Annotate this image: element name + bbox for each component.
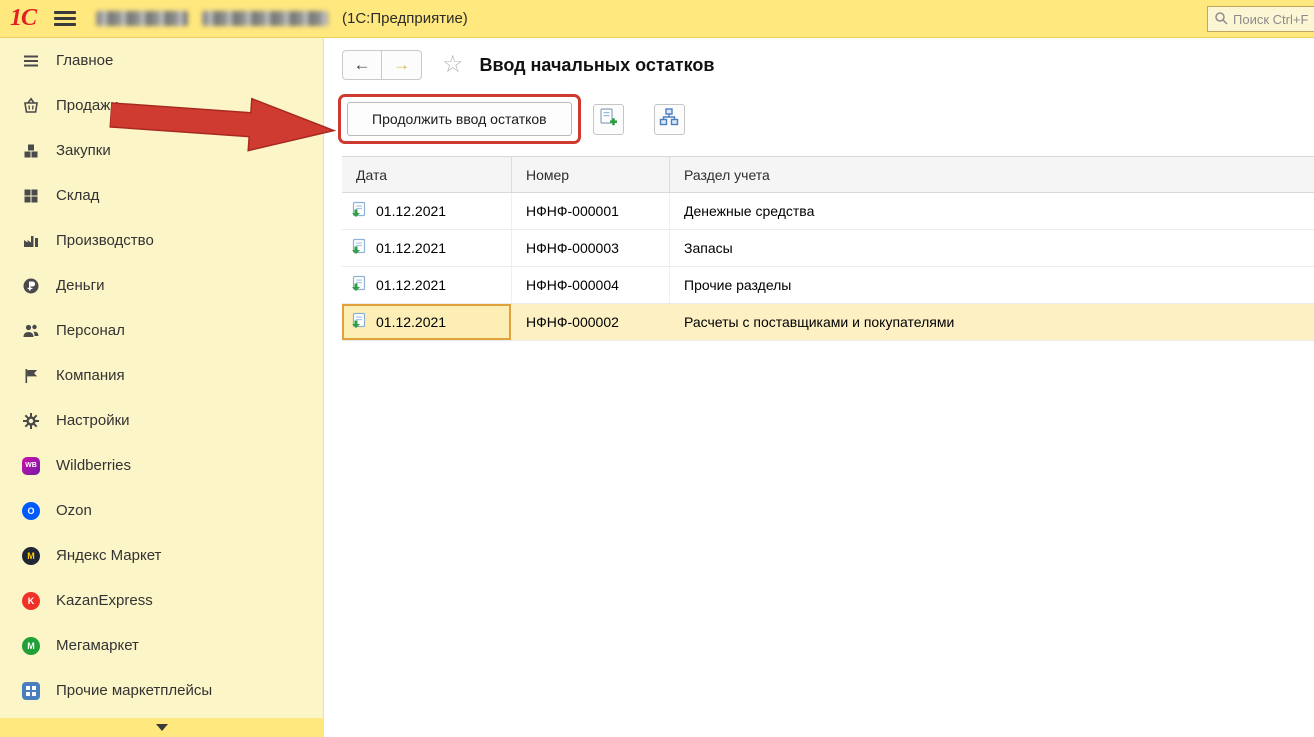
toolbar: Продолжить ввод остатков [338, 94, 1314, 144]
cell-number: НФНФ-000002 [512, 304, 670, 340]
sidebar-item-prodazhi[interactable]: Продажи [0, 83, 323, 128]
top-bar: 1С (1С:Предприятие) Поиск Ctrl+F [0, 0, 1314, 38]
sidebar-item-label: Яндекс Маркет [56, 547, 162, 564]
sidebar-item-yandex-market[interactable]: М Яндекс Маркет [0, 533, 323, 578]
cell-number: НФНФ-000004 [512, 267, 670, 303]
back-button[interactable]: ← [342, 50, 382, 80]
cell-number: НФНФ-000003 [512, 230, 670, 266]
sidebar-item-label: KazanExpress [56, 592, 153, 609]
sidebar-item-personal[interactable]: Персонал [0, 308, 323, 353]
app-title-suffix: (1С:Предприятие) [342, 10, 468, 27]
yandex-market-icon: М [22, 546, 40, 565]
sidebar-item-label: Настройки [56, 412, 130, 429]
table-header: Дата Номер Раздел учета [342, 157, 1314, 193]
continue-balance-entry-button[interactable]: Продолжить ввод остатков [347, 102, 572, 136]
column-header-section[interactable]: Раздел учета [670, 157, 1314, 192]
document-icon [351, 275, 368, 295]
cell-section: Расчеты с поставщиками и покупателями [684, 314, 955, 330]
sidebar-item-label: Ozon [56, 502, 92, 519]
document-icon [351, 201, 368, 221]
sidebar-item-nastroyki[interactable]: Настройки [0, 398, 323, 443]
sidebar-item-kazanexpress[interactable]: K KazanExpress [0, 578, 323, 623]
cell-section: Прочие разделы [684, 277, 792, 293]
sidebar-item-kompaniya[interactable]: Компания [0, 353, 323, 398]
hierarchy-icon [659, 107, 679, 132]
sidebar-item-label: Закупки [56, 142, 111, 159]
sidebar-item-wildberries[interactable]: WB Wildberries [0, 443, 323, 488]
column-header-date[interactable]: Дата [342, 157, 512, 192]
list-icon [22, 52, 40, 70]
table-row[interactable]: 01.12.2021 НФНФ-000001 Денежные средства [342, 193, 1314, 230]
cell-section: Денежные средства [684, 203, 815, 219]
favorite-star-icon[interactable]: ☆ [442, 53, 464, 77]
censored-text-block [202, 11, 329, 26]
global-search-input[interactable]: Поиск Ctrl+F [1207, 6, 1314, 32]
create-document-button[interactable] [592, 103, 624, 135]
warehouse-icon [22, 187, 40, 205]
search-icon [1214, 11, 1228, 28]
sidebar-item-proizvodstvo[interactable]: Производство [0, 218, 323, 263]
sidebar-item-label: Продажи [56, 97, 119, 114]
kazanexpress-icon: K [22, 591, 40, 610]
sidebar-item-ozon[interactable]: O Ozon [0, 488, 323, 533]
search-placeholder: Поиск Ctrl+F [1233, 11, 1309, 27]
sidebar-item-label: Компания [56, 367, 125, 384]
navigation-row: ← → ☆ Ввод начальных остатков [324, 38, 1314, 80]
annotation-highlight-box: Продолжить ввод остатков [338, 94, 581, 144]
document-icon [351, 238, 368, 258]
censored-text-block [96, 11, 189, 26]
table-row-selected[interactable]: 01.12.2021 НФНФ-000002 Расчеты с поставщ… [342, 304, 1314, 341]
sidebar-item-sklad[interactable]: Склад [0, 173, 323, 218]
purchases-icon [22, 142, 40, 160]
cell-date: 01.12.2021 [376, 314, 447, 330]
related-documents-button[interactable] [653, 103, 685, 135]
marketplaces-icon [22, 681, 40, 700]
wildberries-icon: WB [22, 456, 40, 475]
sidebar-item-megamarket[interactable]: М Мегамаркет [0, 623, 323, 668]
cell-date: 01.12.2021 [376, 203, 447, 219]
document-icon [351, 312, 368, 332]
people-icon [22, 322, 40, 340]
main-content: ← → ☆ Ввод начальных остатков Продолжить… [323, 38, 1314, 737]
sidebar-item-label: Главное [56, 52, 114, 69]
cell-section: Запасы [684, 240, 733, 256]
table-row[interactable]: 01.12.2021 НФНФ-000003 Запасы [342, 230, 1314, 267]
megamarket-icon: М [22, 636, 40, 655]
table-row[interactable]: 01.12.2021 НФНФ-000004 Прочие разделы [342, 267, 1314, 304]
flag-icon [22, 367, 40, 385]
sidebar-item-glavnoe[interactable]: Главное [0, 38, 323, 83]
sidebar-item-zakupki[interactable]: Закупки [0, 128, 323, 173]
sidebar-item-label: Wildberries [56, 457, 132, 474]
sidebar-item-label: Мегамаркет [56, 637, 139, 654]
cell-date: 01.12.2021 [376, 277, 447, 293]
sidebar-item-label: Деньги [56, 277, 105, 294]
chevron-down-icon [155, 724, 168, 731]
sidebar-collapse-button[interactable] [0, 718, 323, 737]
ozon-icon: O [22, 501, 40, 520]
main-menu-icon[interactable] [54, 11, 77, 26]
basket-icon [22, 96, 40, 115]
sidebar-item-label: Прочие маркетплейсы [56, 682, 213, 699]
cell-date: 01.12.2021 [376, 240, 447, 256]
ruble-icon [22, 277, 40, 295]
cell-number: НФНФ-000001 [512, 193, 670, 229]
sidebar-item-label: Персонал [56, 322, 125, 339]
new-document-icon [598, 107, 618, 132]
production-icon [22, 232, 40, 250]
forward-button[interactable]: → [382, 50, 422, 80]
column-header-number[interactable]: Номер [512, 157, 670, 192]
sidebar-item-dengi[interactable]: Деньги [0, 263, 323, 308]
page-title: Ввод начальных остатков [479, 54, 715, 75]
1c-logo: 1С [10, 5, 37, 31]
sidebar-item-label: Склад [56, 187, 100, 204]
sidebar: Главное Продажи Закупки Склад Производст [0, 38, 323, 737]
sidebar-item-marketplaces[interactable]: Прочие маркетплейсы [0, 668, 323, 713]
gear-icon [22, 412, 40, 430]
documents-table: Дата Номер Раздел учета 01.12.2021 НФНФ-… [342, 156, 1314, 341]
sidebar-item-label: Производство [56, 232, 154, 249]
